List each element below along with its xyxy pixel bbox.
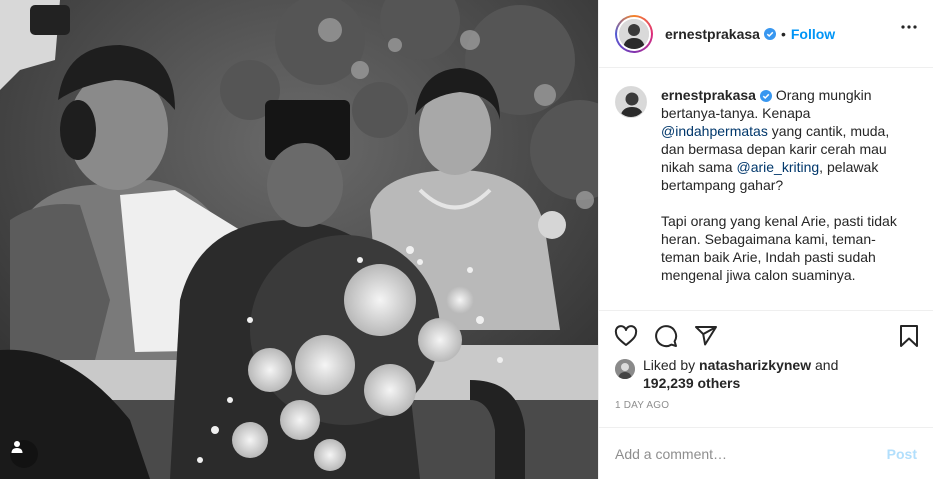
add-comment-form: Post [599, 427, 933, 479]
liker-avatar[interactable] [615, 359, 635, 379]
share-icon[interactable] [694, 324, 718, 348]
wedding-photo-illustration [0, 0, 598, 479]
post-details-panel: ernestprakasa • Follow ernestprakasa Ora… [598, 0, 933, 479]
likes-mid: and [815, 357, 839, 373]
post-timestamp[interactable]: 1 DAY AGO [599, 399, 933, 427]
caption-paragraph: Tapi orang yang kenal Arie, pasti tidak … [661, 213, 897, 283]
author-username[interactable]: ernestprakasa [665, 26, 760, 42]
separator-dot: • [780, 25, 786, 42]
heart-icon[interactable] [614, 324, 638, 348]
liker-avatar-image [615, 359, 635, 379]
post-modal: ernestprakasa • Follow ernestprakasa Ora… [0, 0, 933, 479]
verified-badge-icon [759, 90, 772, 102]
caption-username[interactable]: ernestprakasa [661, 87, 756, 103]
likes-summary: Liked by natasharizkynew and 192,239 oth… [599, 357, 933, 397]
avatar [617, 16, 651, 51]
tagged-users-button[interactable] [10, 440, 38, 468]
action-bar [599, 311, 933, 361]
post-header: ernestprakasa • Follow [599, 0, 933, 68]
post-photo[interactable] [0, 0, 598, 479]
more-options-icon[interactable] [901, 25, 917, 29]
post-comment-button[interactable]: Post [887, 446, 917, 462]
comments-section: ernestprakasa Orang mungkin bertanya-tan… [599, 68, 933, 311]
user-tag-icon [11, 441, 23, 453]
follow-button[interactable]: Follow [791, 26, 835, 42]
liker-username[interactable]: natasharizkynew [699, 357, 811, 373]
likes-prefix: Liked by [643, 357, 696, 373]
caption: ernestprakasa Orang mungkin bertanya-tan… [615, 86, 917, 284]
author-avatar-image [616, 87, 646, 117]
caption-text: ernestprakasa Orang mungkin bertanya-tan… [661, 86, 905, 284]
bookmark-icon[interactable] [897, 324, 921, 348]
author-avatar-story-ring[interactable] [615, 14, 653, 53]
author-avatar-image [619, 18, 649, 49]
caption-author-avatar[interactable] [615, 86, 647, 118]
comment-input[interactable] [615, 445, 887, 462]
verified-badge-icon [763, 27, 776, 40]
likes-count[interactable]: 192,239 others [643, 375, 740, 391]
likes-text: Liked by natasharizkynew and 192,239 oth… [643, 356, 838, 392]
comment-icon[interactable] [654, 324, 678, 348]
mention-link[interactable]: @indahpermatas [661, 123, 768, 139]
mention-link[interactable]: @arie_kriting [736, 159, 819, 175]
